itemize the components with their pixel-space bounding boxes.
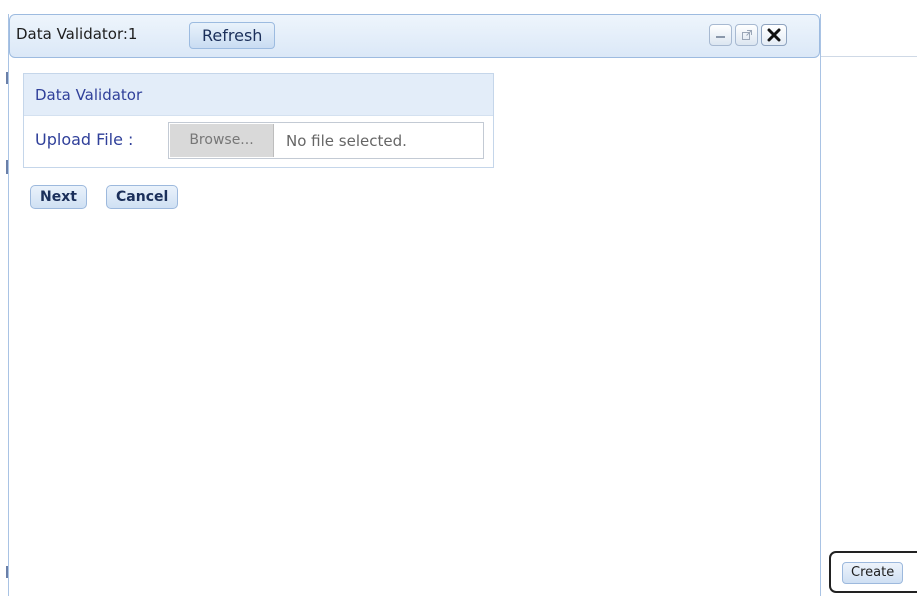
portlet-title: Data Validator:1	[16, 25, 138, 43]
data-validator-panel: Data Validator Upload File : Browse... N…	[23, 73, 494, 168]
popout-icon[interactable]	[735, 24, 758, 46]
panel-header: Data Validator	[24, 74, 493, 116]
browse-button[interactable]: Browse...	[170, 124, 274, 157]
minimize-icon[interactable]	[709, 24, 732, 46]
divider	[821, 56, 917, 57]
file-upload-input[interactable]: Browse... No file selected.	[168, 122, 484, 159]
upload-file-label: Upload File :	[35, 130, 134, 149]
portlet-title-bar: Data Validator:1 Refresh	[9, 14, 820, 58]
cancel-button[interactable]: Cancel	[106, 185, 179, 209]
file-status-text: No file selected.	[286, 132, 407, 150]
create-button[interactable]: Create	[842, 562, 904, 584]
window-controls	[709, 24, 787, 48]
close-icon[interactable]	[761, 24, 787, 46]
next-button[interactable]: Next	[30, 185, 87, 209]
create-button-focus-ring: Create	[829, 551, 917, 593]
refresh-button[interactable]: Refresh	[189, 22, 276, 49]
